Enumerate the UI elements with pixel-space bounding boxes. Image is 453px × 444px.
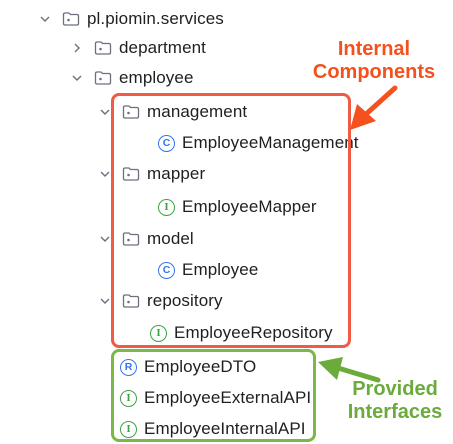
annotation-line: Internal [337, 38, 411, 60]
tree-node-root[interactable]: pl.piomin.services [38, 5, 224, 33]
package-folder-icon [94, 69, 112, 87]
chevron-down-icon[interactable] [98, 294, 112, 308]
internal-components-highlight-box [111, 93, 351, 348]
chevron-down-icon[interactable] [38, 12, 52, 26]
internal-components-annotation: Internal Components [300, 38, 448, 84]
package-folder-icon [62, 10, 80, 28]
chevron-down-icon[interactable] [98, 167, 112, 181]
tree-node-employee[interactable]: employee [70, 64, 194, 92]
chevron-down-icon[interactable] [98, 105, 112, 119]
tree-node-label: employee [119, 68, 194, 87]
annotation-line: Components [312, 61, 436, 83]
chevron-down-icon[interactable] [98, 232, 112, 246]
tree-node-label: department [119, 38, 206, 57]
annotation-line: Provided [352, 378, 438, 400]
tree-node-label: pl.piomin.services [87, 9, 224, 28]
provided-interfaces-highlight-box [111, 349, 316, 442]
chevron-down-icon[interactable] [70, 71, 84, 85]
package-folder-icon [94, 39, 112, 57]
chevron-right-icon[interactable] [70, 41, 84, 55]
provided-interfaces-annotation: Provided Interfaces [340, 378, 450, 424]
annotation-line: Interfaces [347, 401, 443, 423]
tree-node-department[interactable]: department [70, 34, 206, 62]
